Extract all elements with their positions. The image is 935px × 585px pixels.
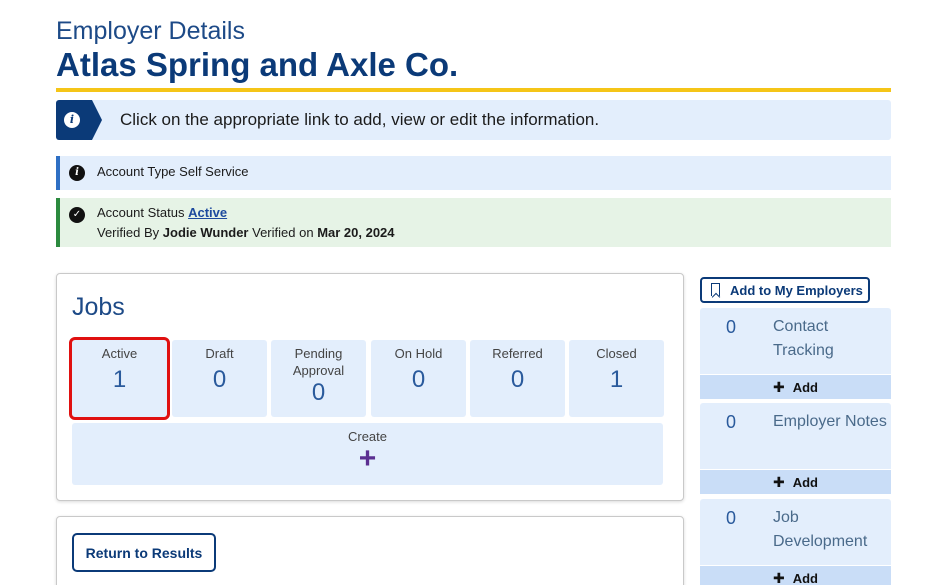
info-banner-text: Click on the appropriate link to add, vi… [120,110,600,129]
info-icon: i [64,112,80,128]
job-development-title[interactable]: Job Development [773,506,888,554]
results-card: Return to Results [56,516,684,585]
jobs-tile-count: 0 [411,366,426,393]
add-label: Add [792,571,818,585]
employer-notes-add-button[interactable]: ✚ Add [700,470,891,494]
account-status-link[interactable]: Active [188,205,227,220]
info-tag: i [56,100,102,140]
info-icon: i [69,165,85,181]
jobs-tile-label: Closed [596,346,637,361]
jobs-tile-label: Pending Approval [292,346,345,378]
job-development-card: 0 Job Development ✚ Add [700,499,891,585]
jobs-tile-count: 1 [609,366,624,393]
jobs-tile-referred[interactable]: Referred 0 [470,340,565,417]
add-to-my-employers-button[interactable]: Add to My Employers [700,277,870,303]
jobs-card: Jobs Active 1 Draft 0 Pending Approval 0… [56,273,684,501]
account-type-label: Account Type [97,164,176,179]
plus-icon: + [358,442,377,475]
account-type-value: Self Service [179,164,249,179]
jobs-tile-count: 0 [311,379,326,406]
jobs-tile-count: 0 [212,366,227,393]
add-label: Add [792,380,818,395]
contact-tracking-count: 0 [726,317,737,337]
title-divider [56,88,891,92]
employer-notes-title[interactable]: Employer Notes [773,410,888,434]
plus-icon: ✚ [772,379,785,395]
jobs-tile-on-hold[interactable]: On Hold 0 [371,340,466,417]
page-subtitle: Employer Details [56,17,245,45]
jobs-title: Jobs [72,293,125,321]
jobs-tile-active[interactable]: Active 1 [69,337,170,420]
check-circle-icon: ✓ [69,207,85,223]
verified-on-date: Mar 20, 2024 [317,225,395,240]
bookmark-icon [711,283,720,296]
plus-icon: ✚ [772,570,785,585]
return-to-results-button[interactable]: Return to Results [72,533,216,572]
info-banner: i Click on the appropriate link to add, … [56,100,891,140]
jobs-tile-pending-approval[interactable]: Pending Approval 0 [271,340,366,417]
jobs-tile-count: 1 [112,366,127,393]
job-development-count: 0 [726,508,737,528]
verified-by-name: Jodie Wunder [162,225,249,240]
verified-by-label: Verified By [97,225,160,240]
contact-tracking-add-button[interactable]: ✚ Add [700,375,891,399]
jobs-tile-label: Active [101,346,138,361]
jobs-tile-count: 0 [510,366,525,393]
account-type-alert: i Account Type Self Service [56,156,891,190]
add-label: Add [792,475,818,490]
create-job-button[interactable]: Create + [72,423,663,485]
jobs-tile-label: Referred [492,346,543,361]
jobs-tile-label: Draft [205,346,234,361]
verified-on-label: Verified on [252,225,314,240]
contact-tracking-title[interactable]: Contact Tracking [773,315,888,363]
contact-tracking-card: 0 Contact Tracking ✚ Add [700,308,891,399]
page-title: Atlas Spring and Axle Co. [56,46,459,83]
plus-icon: ✚ [772,474,785,490]
jobs-tile-draft[interactable]: Draft 0 [172,340,267,417]
employer-notes-count: 0 [726,412,737,432]
account-status-label: Account Status [97,205,185,220]
employer-notes-card: 0 Employer Notes ✚ Add [700,403,891,494]
add-to-my-employers-label: Add to My Employers [730,282,863,298]
job-development-add-button[interactable]: ✚ Add [700,566,891,585]
account-status-alert: ✓ Account Status Active Verified By Jodi… [56,198,891,247]
jobs-tile-closed[interactable]: Closed 1 [569,340,664,417]
jobs-tile-label: On Hold [394,346,443,361]
